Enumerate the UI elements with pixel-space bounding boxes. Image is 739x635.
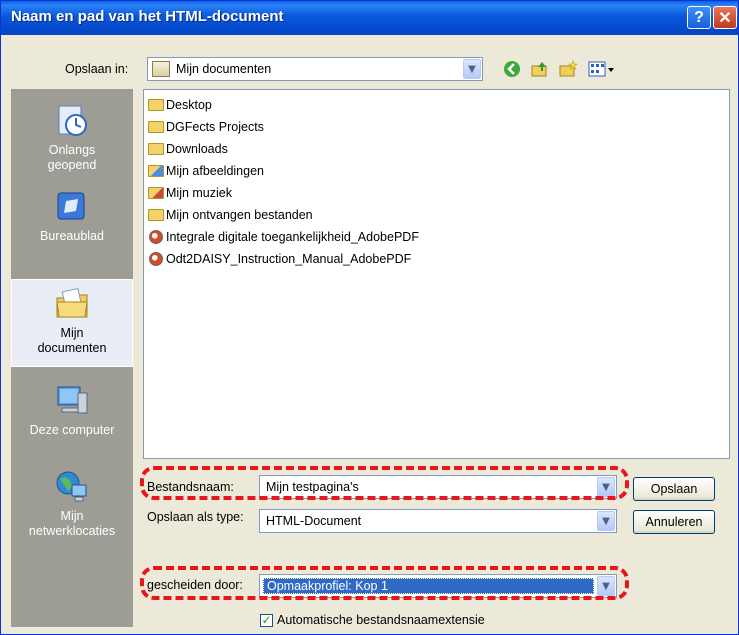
checkbox-check-icon[interactable]: ✓ (260, 613, 273, 627)
file-name: Downloads (166, 142, 228, 156)
save-in-label: Opslaan in: (65, 62, 129, 76)
list-item[interactable]: Odt2DAISY_Instruction_Manual_AdobePDF (148, 249, 411, 269)
place-network-label-1: Mijn (60, 509, 84, 523)
my-documents-icon (54, 286, 90, 322)
music-folder-icon (148, 187, 164, 199)
separated-by-highlight (140, 566, 629, 600)
save-as-type-dropdown[interactable]: HTML-Document ▼ (259, 509, 617, 533)
place-desktop-label: Bureaublad (40, 229, 104, 243)
auto-extension-checkbox[interactable]: ✓ Automatische bestandsnaamextensie (260, 613, 485, 627)
place-my-computer[interactable]: Deze computer (11, 383, 133, 438)
dialog-title: Naam en pad van het HTML-document (11, 8, 284, 25)
folder-icon (148, 121, 164, 133)
network-icon (54, 469, 90, 505)
list-item[interactable]: Mijn muziek (148, 183, 232, 203)
help-button[interactable]: ? (687, 6, 711, 29)
place-network[interactable]: Mijn netwerklocaties (11, 469, 133, 539)
save-in-dropdown[interactable]: Mijn documenten ▼ (147, 57, 483, 81)
place-desktop[interactable]: Bureaublad (11, 189, 133, 244)
save-as-type-value: HTML-Document (266, 514, 362, 528)
file-name: Mijn afbeeldingen (166, 164, 264, 178)
places-bar: Onlangs geopend Bureaublad Mijn document… (11, 89, 133, 627)
views-menu-icon[interactable] (587, 59, 617, 79)
save-button[interactable]: Opslaan (633, 477, 715, 501)
file-list[interactable]: Desktop DGFects Projects Downloads Mijn … (143, 89, 730, 459)
file-name: Mijn ontvangen bestanden (166, 208, 313, 222)
new-folder-icon[interactable] (557, 59, 579, 79)
recent-icon (54, 103, 90, 139)
save-dialog: Naam en pad van het HTML-document ? ✕ Op… (0, 0, 739, 635)
filename-highlight (140, 466, 629, 500)
list-item[interactable]: Integrale digitale toegankelijkheid_Adob… (148, 227, 419, 247)
title-bar[interactable]: Naam en pad van het HTML-document ? ✕ (1, 1, 738, 35)
place-recent-label-2: geopend (47, 158, 97, 172)
place-my-computer-label: Deze computer (29, 423, 115, 437)
file-name: Mijn muziek (166, 186, 232, 200)
place-recent-label-1: Onlangs (48, 143, 96, 157)
place-network-label-2: netwerklocaties (28, 524, 116, 538)
up-folder-icon[interactable] (529, 59, 551, 79)
list-item[interactable]: Desktop (148, 95, 212, 115)
close-button[interactable]: ✕ (713, 6, 737, 29)
file-name: Odt2DAISY_Instruction_Manual_AdobePDF (166, 252, 412, 266)
list-item[interactable]: Mijn ontvangen bestanden (148, 205, 313, 225)
list-item[interactable]: Mijn afbeeldingen (148, 161, 264, 181)
computer-icon (54, 383, 90, 419)
chevron-down-icon[interactable]: ▼ (463, 59, 481, 79)
folder-icon (148, 99, 164, 111)
file-name: DGFects Projects (166, 120, 264, 134)
my-documents-small-icon (152, 61, 170, 77)
save-in-value: Mijn documenten (176, 62, 272, 76)
cancel-button[interactable]: Annuleren (633, 510, 715, 534)
auto-extension-label: Automatische bestandsnaamextensie (277, 613, 485, 627)
list-item[interactable]: Downloads (148, 139, 228, 159)
save-as-type-label: Opslaan als type: (147, 510, 244, 524)
back-arrow-icon[interactable] (501, 59, 523, 79)
place-my-documents-label-1: Mijn (60, 326, 84, 340)
place-my-documents-label-2: documenten (37, 341, 107, 355)
desktop-icon (54, 189, 90, 225)
place-recent[interactable]: Onlangs geopend (11, 103, 133, 173)
pdf-file-icon (149, 230, 163, 244)
folder-icon (148, 209, 164, 221)
pictures-folder-icon (148, 165, 164, 177)
folder-icon (148, 143, 164, 155)
chevron-down-icon[interactable]: ▼ (597, 511, 615, 531)
file-name: Desktop (166, 98, 212, 112)
list-item[interactable]: DGFects Projects (148, 117, 264, 137)
pdf-file-icon (149, 252, 163, 266)
file-name: Integrale digitale toegankelijkheid_Adob… (166, 230, 419, 244)
place-my-documents[interactable]: Mijn documenten (11, 279, 133, 367)
